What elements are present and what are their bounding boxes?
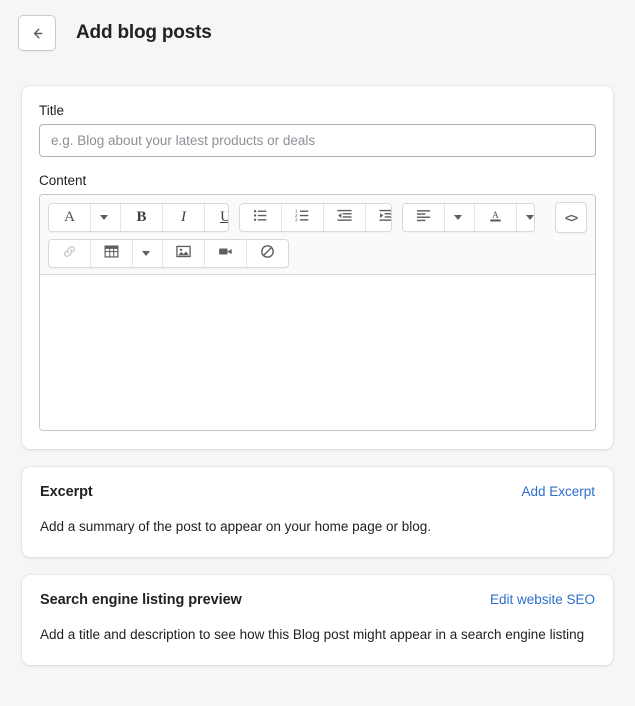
- table-dropdown-button[interactable]: [133, 240, 163, 267]
- code-view-button[interactable]: <>: [555, 202, 587, 233]
- numbered-list-icon: 1 2 3: [295, 208, 310, 227]
- bold-icon: B: [136, 209, 147, 225]
- excerpt-header: Excerpt Add Excerpt: [40, 484, 595, 500]
- editor-toolbar-row-2: [48, 239, 587, 268]
- text-color-icon: A: [488, 208, 503, 227]
- content-editor: A B I U: [39, 194, 596, 431]
- arrow-left-icon: [29, 25, 46, 42]
- numbered-list-button[interactable]: 1 2 3: [281, 204, 324, 231]
- chevron-down-icon: [142, 251, 150, 256]
- chevron-down-icon: [454, 215, 463, 220]
- table-icon: [104, 244, 119, 263]
- excerpt-description: Add a summary of the post to appear on y…: [40, 519, 431, 534]
- seo-header: Search engine listing preview Edit websi…: [40, 592, 595, 608]
- post-details-card: Title Content A B I: [22, 86, 613, 449]
- list-indent-group: 1 2 3: [238, 203, 393, 232]
- indent-button[interactable]: [365, 204, 392, 231]
- editor-toolbar-row-1: A B I U: [48, 202, 587, 233]
- add-excerpt-link[interactable]: Add Excerpt: [521, 484, 595, 499]
- insert-table-button[interactable]: [91, 240, 133, 267]
- svg-text:3: 3: [295, 217, 298, 222]
- font-style-dropdown-button[interactable]: [91, 204, 121, 231]
- text-color-button[interactable]: A: [475, 204, 518, 231]
- insert-image-button[interactable]: [163, 240, 205, 267]
- bulleted-list-icon: [253, 208, 268, 227]
- text-color-dropdown-button[interactable]: [517, 204, 535, 231]
- seo-description: Add a title and description to see how t…: [40, 626, 585, 642]
- underline-icon: U: [220, 210, 228, 225]
- italic-icon: I: [181, 209, 186, 225]
- title-input[interactable]: [39, 124, 596, 157]
- seo-title: Search engine listing preview: [40, 591, 242, 608]
- align-color-group: A: [402, 203, 536, 232]
- outdent-icon: [337, 208, 352, 227]
- align-left-button[interactable]: [403, 204, 446, 231]
- bold-button[interactable]: B: [121, 204, 163, 231]
- indent-icon: [379, 208, 392, 227]
- svg-text:A: A: [493, 210, 500, 220]
- video-camera-icon: [218, 244, 233, 263]
- image-icon: [176, 244, 191, 263]
- excerpt-title: Excerpt: [40, 484, 93, 500]
- title-label: Title: [39, 103, 65, 118]
- field-spacer: [39, 157, 596, 173]
- clear-formatting-button[interactable]: [247, 240, 288, 267]
- back-button[interactable]: [18, 15, 56, 51]
- content-label: Content: [39, 173, 87, 188]
- underline-button[interactable]: U: [205, 204, 228, 231]
- italic-button[interactable]: I: [163, 204, 205, 231]
- text-format-group: A B I U: [48, 203, 229, 232]
- font-style-button[interactable]: A: [49, 204, 91, 231]
- bulleted-list-button[interactable]: [239, 204, 282, 231]
- outdent-button[interactable]: [323, 204, 366, 231]
- align-dropdown-button[interactable]: [445, 204, 476, 231]
- editor-toolbar: A B I U: [40, 195, 595, 274]
- seo-preview-card: Search engine listing preview Edit websi…: [22, 574, 613, 665]
- font-letter-icon: A: [64, 209, 75, 225]
- insert-link-button[interactable]: [49, 240, 91, 267]
- insert-group: [48, 239, 289, 268]
- excerpt-card: Excerpt Add Excerpt Add a summary of the…: [22, 467, 613, 557]
- align-left-icon: [416, 208, 431, 227]
- insert-video-button[interactable]: [205, 240, 247, 267]
- chevron-down-icon: [100, 215, 108, 220]
- chevron-down-icon: [526, 215, 535, 220]
- page-header: Add blog posts: [0, 0, 635, 51]
- content-editor-body[interactable]: [40, 274, 595, 430]
- page-title: Add blog posts: [76, 22, 212, 43]
- code-brackets-icon: <>: [565, 210, 578, 225]
- link-icon: [62, 244, 77, 263]
- edit-website-seo-link[interactable]: Edit website SEO: [490, 592, 595, 607]
- no-entry-icon: [260, 244, 275, 263]
